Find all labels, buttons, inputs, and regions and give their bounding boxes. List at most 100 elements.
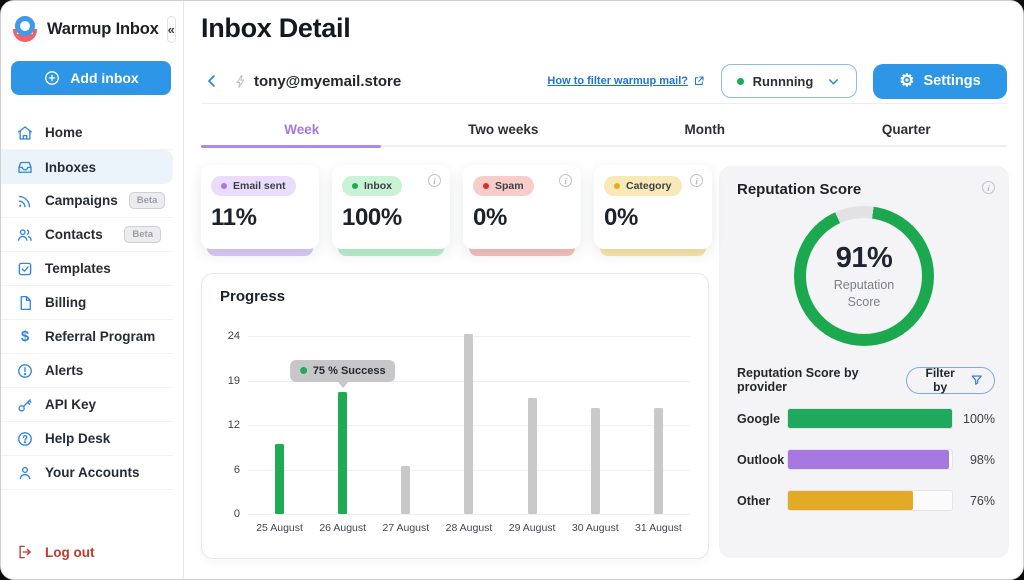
sidebar-item-your-accounts[interactable]: Your Accounts [1, 456, 173, 490]
help-filter-link-label: How to filter warmup mail? [547, 75, 688, 87]
info-icon[interactable] [982, 181, 995, 194]
provider-score-list: Google 100% Outlook 98% Other 76% [737, 408, 995, 511]
sidebar-nav: Home Inboxes Campaigns Beta Contacts Bet… [1, 116, 183, 490]
sidebar-item-label: Your Accounts [45, 465, 140, 480]
tab-quarter[interactable]: Quarter [806, 113, 1008, 145]
x-axis-tick: 28 August [437, 522, 500, 534]
status-dropdown-value: Runnning [753, 74, 814, 89]
help-filter-link[interactable]: How to filter warmup mail? [547, 75, 705, 87]
info-icon[interactable] [559, 174, 572, 187]
stat-card-spam: Spam 0% [463, 165, 581, 249]
info-icon[interactable] [690, 174, 703, 187]
gear-icon [899, 72, 914, 90]
provider-row-other: Other 76% [737, 490, 995, 511]
warmup-inbox-logo [11, 15, 39, 43]
sidebar-item-campaigns[interactable]: Campaigns Beta [1, 184, 173, 218]
sidebar-item-contacts[interactable]: Contacts Beta [1, 218, 173, 252]
sidebar-item-label: Alerts [45, 363, 83, 378]
x-axis-labels: 25 August 26 August 27 August 28 August … [248, 522, 690, 534]
x-axis-tick: 26 August [311, 522, 374, 534]
stat-pill: Inbox [342, 176, 402, 196]
stat-card-email-sent: Email sent 11% [201, 165, 319, 249]
add-inbox-button[interactable]: Add inbox [11, 61, 171, 95]
sidebar-collapse-icon[interactable] [167, 16, 176, 43]
stats-row: Email sent 11% Inbox 100% Spam 0% [201, 165, 712, 249]
beta-badge: Beta [124, 226, 161, 243]
provider-bar-fill [788, 450, 949, 469]
stat-card-category: Category 0% [594, 165, 712, 249]
plus-circle-icon [43, 69, 61, 87]
lightning-icon [233, 74, 248, 89]
gridline: 0 [248, 514, 690, 515]
progress-bar-27-august[interactable] [401, 466, 410, 514]
tab-two-weeks[interactable]: Two weeks [403, 113, 605, 145]
document-icon [16, 294, 34, 312]
sidebar-item-label: Inboxes [45, 160, 96, 175]
provider-row-google: Google 100% [737, 408, 995, 429]
provider-bar-fill [788, 491, 913, 510]
sidebar-item-billing[interactable]: Billing [1, 286, 173, 320]
tab-label: Quarter [882, 122, 931, 137]
alert-icon [16, 362, 34, 380]
sidebar-item-help-desk[interactable]: Help Desk [1, 422, 173, 456]
inbox-email-address: tony@myemail.store [254, 73, 401, 90]
tab-week[interactable]: Week [201, 113, 403, 145]
tab-month[interactable]: Month [604, 113, 806, 145]
progress-bar-31-august[interactable] [654, 408, 663, 514]
progress-bar-30-august[interactable] [591, 408, 600, 514]
reputation-donut: 91% Reputation Score [794, 206, 934, 346]
provider-percent: 98% [953, 453, 995, 467]
sidebar-item-label: Campaigns [45, 193, 118, 208]
x-axis-tick: 27 August [374, 522, 437, 534]
stat-label: Spam [495, 180, 524, 192]
sidebar-item-templates[interactable]: Templates [1, 252, 173, 286]
settings-button-label: Settings [924, 73, 981, 89]
brand-name: Warmup Inbox [47, 20, 159, 39]
template-check-icon [16, 260, 34, 278]
y-axis-tick: 24 [212, 330, 240, 342]
sidebar-item-inboxes[interactable]: Inboxes [1, 150, 173, 184]
stat-pill: Spam [473, 176, 534, 196]
progress-bar-29-august[interactable] [528, 398, 537, 514]
beta-badge: Beta [129, 192, 166, 209]
tab-label: Two weeks [468, 122, 538, 137]
reputation-panel-title: Reputation Score [737, 181, 861, 198]
progress-chart-card: Progress 24 19 12 6 0 75 % Success 25 Au… [201, 273, 709, 559]
info-icon[interactable] [428, 174, 441, 187]
progress-bar-26-august[interactable] [338, 392, 347, 514]
back-chevron-icon[interactable] [201, 70, 223, 92]
sidebar-item-api-key[interactable]: API Key [1, 388, 173, 422]
app-window: Warmup Inbox Add inbox Home Inboxes Camp… [0, 0, 1024, 580]
bar-slot [564, 336, 627, 514]
progress-chart-title: Progress [220, 288, 285, 305]
sidebar-item-label: Home [45, 125, 83, 140]
logout-button[interactable]: Log out [16, 543, 94, 561]
y-axis-tick: 19 [212, 375, 240, 387]
contacts-icon [16, 226, 34, 244]
bar-chart-plot: 24 19 12 6 0 75 % Success [248, 336, 690, 514]
inbox-header-row: tony@myemail.store How to filter warmup … [201, 61, 1007, 101]
dollar-icon: $ [16, 328, 34, 346]
sidebar-item-label: Contacts [45, 227, 103, 242]
sidebar-item-home[interactable]: Home [1, 116, 173, 150]
sidebar-item-alerts[interactable]: Alerts [1, 354, 173, 388]
tab-label: Month [685, 122, 725, 137]
progress-bar-25-august[interactable] [275, 444, 284, 514]
filter-by-button[interactable]: Filter by [906, 367, 995, 394]
tooltip-label: 75 % Success [313, 365, 386, 377]
settings-button[interactable]: Settings [873, 64, 1007, 99]
stat-label: Category [626, 180, 672, 192]
progress-bar-28-august[interactable] [464, 334, 473, 514]
provider-bar-fill [788, 409, 952, 428]
home-icon [16, 124, 34, 142]
sidebar-item-referral-program[interactable]: $ Referral Program [1, 320, 173, 354]
provider-row-outlook: Outlook 98% [737, 449, 995, 470]
sidebar-item-label: Templates [45, 261, 111, 276]
stat-card-inbox: Inbox 100% [332, 165, 450, 249]
stat-value: 11% [211, 204, 309, 232]
x-axis-tick: 29 August [501, 522, 564, 534]
page-title: Inbox Detail [201, 13, 350, 44]
filter-funnel-icon [970, 373, 983, 387]
status-dropdown[interactable]: Runnning [721, 64, 857, 98]
stat-pill: Category [604, 176, 682, 196]
